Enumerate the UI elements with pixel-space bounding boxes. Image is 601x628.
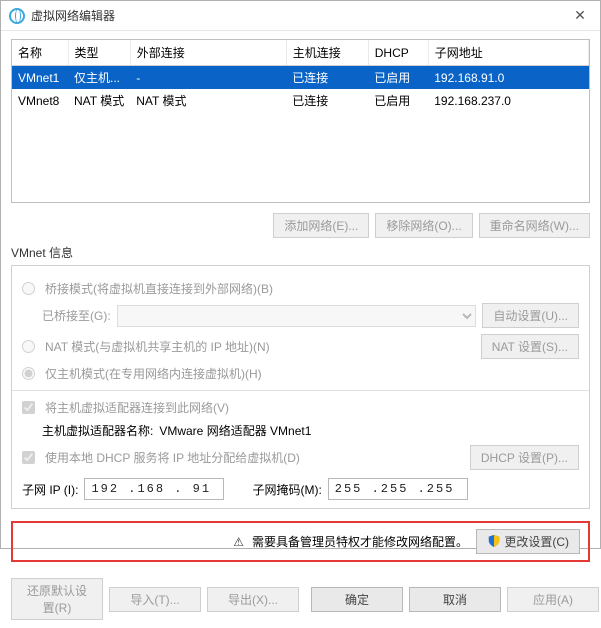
- col-subnet[interactable]: 子网地址: [428, 40, 588, 66]
- host-adapter-name: VMware 网络适配器 VMnet1: [159, 422, 311, 439]
- nat-radio: [22, 340, 35, 353]
- col-type[interactable]: 类型: [68, 40, 130, 66]
- bridged-to-select: [117, 305, 477, 327]
- titlebar: 虚拟网络编辑器 ✕: [1, 1, 600, 31]
- rename-network-button[interactable]: 重命名网络(W)...: [479, 213, 590, 238]
- network-table[interactable]: 名称 类型 外部连接 主机连接 DHCP 子网地址 VMnet1 仅主机... …: [11, 39, 590, 203]
- host-adapter-checkbox: [22, 401, 35, 414]
- export-button: 导出(X)...: [207, 587, 299, 612]
- dhcp-settings-button: DHCP 设置(P)...: [470, 445, 579, 470]
- restore-defaults-button: 还原默认设置(R): [11, 578, 103, 620]
- close-icon[interactable]: ✕: [568, 7, 592, 24]
- import-button: 导入(T)...: [109, 587, 201, 612]
- dhcp-checkbox: [22, 451, 35, 464]
- nat-label: NAT 模式(与虚拟机共享主机的 IP 地址)(N): [45, 338, 270, 355]
- col-name[interactable]: 名称: [12, 40, 68, 66]
- hostonly-radio: [22, 367, 35, 380]
- subnet-ip-label: 子网 IP (I):: [22, 481, 78, 498]
- cancel-button[interactable]: 取消: [409, 587, 501, 612]
- vmnet-info-label: VMnet 信息: [11, 244, 590, 261]
- col-ext[interactable]: 外部连接: [130, 40, 286, 66]
- window-title: 虚拟网络编辑器: [31, 7, 115, 24]
- warning-icon: ⚠: [233, 535, 244, 549]
- bridge-label: 桥接模式(将虚拟机直接连接到外部网络)(B): [45, 280, 273, 297]
- col-dhcp[interactable]: DHCP: [368, 40, 428, 66]
- dhcp-label: 使用本地 DHCP 服务将 IP 地址分配给虚拟机(D): [45, 449, 300, 466]
- table-header-row: 名称 类型 外部连接 主机连接 DHCP 子网地址: [12, 40, 589, 66]
- bridge-radio: [22, 282, 35, 295]
- table-row[interactable]: VMnet8 NAT 模式 NAT 模式 已连接 已启用 192.168.237…: [12, 89, 589, 112]
- table-row[interactable]: VMnet1 仅主机... - 已连接 已启用 192.168.91.0: [12, 66, 589, 90]
- host-adapter-name-label: 主机虚拟适配器名称:: [42, 422, 153, 439]
- change-settings-button[interactable]: 更改设置(C): [476, 529, 580, 554]
- admin-warning-bar: ⚠ 需要具备管理员特权才能修改网络配置。 更改设置(C): [11, 521, 590, 562]
- table-empty-area: [12, 112, 589, 202]
- footer: 还原默认设置(R) 导入(T)... 导出(X)... 确定 取消 应用(A) …: [1, 574, 600, 628]
- nat-settings-button: NAT 设置(S)...: [481, 334, 579, 359]
- col-host[interactable]: 主机连接: [286, 40, 368, 66]
- shield-icon: [487, 534, 501, 548]
- app-icon: [9, 8, 25, 24]
- host-adapter-label: 将主机虚拟适配器连接到此网络(V): [45, 399, 229, 416]
- apply-button: 应用(A): [507, 587, 599, 612]
- auto-settings-button: 自动设置(U)...: [482, 303, 579, 328]
- remove-network-button[interactable]: 移除网络(O)...: [375, 213, 472, 238]
- bridged-to-label: 已桥接至(G):: [42, 307, 111, 324]
- hostonly-label: 仅主机模式(在专用网络内连接虚拟机)(H): [45, 365, 262, 382]
- subnet-ip-input[interactable]: [84, 478, 224, 500]
- admin-warning-text: 需要具备管理员特权才能修改网络配置。: [252, 533, 468, 550]
- subnet-mask-label: 子网掩码(M):: [252, 481, 321, 498]
- ok-button[interactable]: 确定: [311, 587, 403, 612]
- add-network-button[interactable]: 添加网络(E)...: [273, 213, 369, 238]
- subnet-mask-input[interactable]: [328, 478, 468, 500]
- vmnet-info-panel: 桥接模式(将虚拟机直接连接到外部网络)(B) 已桥接至(G): 自动设置(U).…: [11, 265, 590, 509]
